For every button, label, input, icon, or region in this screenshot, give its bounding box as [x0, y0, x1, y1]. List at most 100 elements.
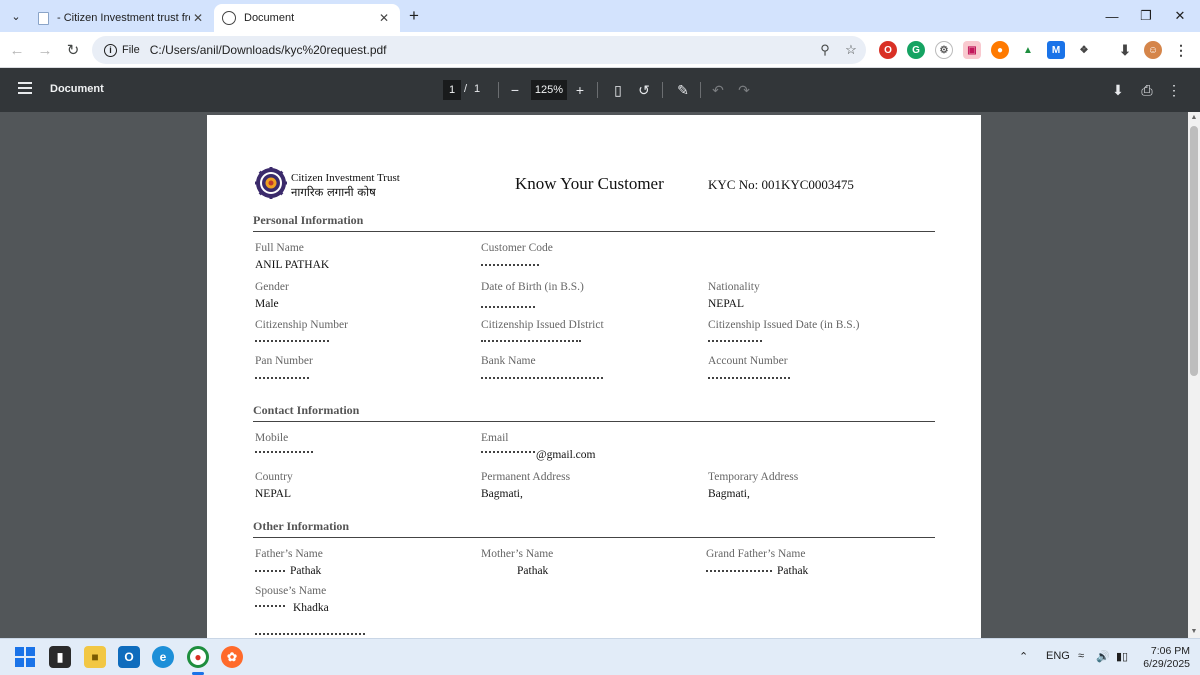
- org-name-english: Citizen Investment Trust: [291, 172, 400, 184]
- grandfather-name-label: Grand Father’s Name: [706, 548, 806, 560]
- fit-page-button[interactable]: ▯: [608, 80, 628, 100]
- scroll-up-icon[interactable]: ▲: [1190, 114, 1198, 122]
- gender-label: Gender: [255, 281, 289, 293]
- terminal-app-icon[interactable]: ▮: [49, 646, 71, 668]
- minimize-icon: —: [1105, 8, 1119, 24]
- back-button[interactable]: ←: [6, 39, 28, 61]
- redacted-bank-name: [481, 377, 603, 382]
- puzzle-extensions-icon[interactable]: ❖: [1075, 41, 1093, 59]
- email-domain-value: @gmail.com: [536, 449, 596, 461]
- arrow-right-icon: →: [37, 41, 53, 59]
- section-divider: [253, 537, 935, 538]
- permanent-address-label: Permanent Address: [481, 471, 571, 483]
- kebab-menu-icon[interactable]: ⋮: [1172, 41, 1190, 59]
- reload-button[interactable]: ↻: [62, 39, 84, 61]
- firefox-icon[interactable]: ✿: [221, 646, 243, 668]
- country-value: NEPAL: [255, 488, 291, 500]
- pdf-viewport[interactable]: Citizen Investment Trust नागरिक लगानी को…: [0, 112, 1188, 638]
- redacted-pan-number: [255, 377, 309, 382]
- mother-name-value: Pathak: [517, 565, 549, 577]
- undo-button[interactable]: ↶: [708, 80, 728, 100]
- temporary-address-label: Temporary Address: [708, 471, 799, 483]
- battery-icon[interactable]: ▮▯: [1116, 650, 1128, 663]
- pdf-page: Citizen Investment Trust नागरिक लगानी को…: [207, 115, 981, 638]
- kyc-number: KYC No: 001KYC0003475: [708, 177, 854, 192]
- system-clock[interactable]: 7:06 PM 6/29/2025: [1140, 645, 1190, 671]
- scroll-thumb[interactable]: [1190, 126, 1198, 376]
- tab-citizen-investment[interactable]: - Citizen Investment trust from ✕: [30, 4, 214, 32]
- new-tab-button[interactable]: +: [404, 6, 424, 26]
- fit-page-icon: ▯: [614, 81, 622, 98]
- pdf-download-button[interactable]: ⬇: [1108, 80, 1128, 100]
- restore-icon: ❐: [1140, 8, 1152, 23]
- divider: [597, 82, 598, 98]
- forward-button[interactable]: →: [34, 39, 56, 61]
- annotate-button[interactable]: ✎: [673, 80, 693, 100]
- zoom-level-input[interactable]: 125%: [531, 80, 567, 100]
- edge-icon[interactable]: e: [152, 646, 174, 668]
- redacted-father-first-name: [255, 570, 285, 575]
- restore-button[interactable]: ❐: [1128, 0, 1164, 32]
- zoom-icon[interactable]: ⚲: [814, 39, 836, 61]
- file-explorer-icon[interactable]: ■: [84, 646, 106, 668]
- page-total: 1: [474, 83, 481, 95]
- reload-icon: ↻: [66, 42, 80, 59]
- print-button[interactable]: ⎙: [1137, 80, 1157, 100]
- close-window-button[interactable]: ✕: [1162, 0, 1198, 32]
- tray-overflow-icon[interactable]: ⌃: [1019, 650, 1028, 663]
- grammarly-extension-icon[interactable]: G: [907, 41, 925, 59]
- temporary-address-value: Bagmati,: [708, 488, 750, 500]
- opera-extension-icon[interactable]: O: [879, 41, 897, 59]
- profile-avatar[interactable]: ☺: [1144, 41, 1162, 59]
- clock-time: 7:06 PM: [1150, 645, 1190, 657]
- scroll-down-icon[interactable]: ▼: [1190, 628, 1198, 636]
- page-number-input[interactable]: 1: [443, 80, 461, 100]
- site-info-chip[interactable]: i File: [98, 39, 146, 61]
- outlook-icon[interactable]: O: [118, 646, 140, 668]
- start-button[interactable]: [14, 646, 36, 668]
- pdf-title: Document: [50, 83, 104, 95]
- rotate-button[interactable]: ↺: [634, 80, 654, 100]
- vertical-scrollbar[interactable]: ▲ ▼: [1188, 112, 1200, 638]
- color-extension-icon[interactable]: ●: [991, 41, 1009, 59]
- close-icon: ✕: [1174, 8, 1186, 23]
- globe-icon: [222, 11, 236, 25]
- download-icon[interactable]: ⬇: [1116, 41, 1134, 59]
- drive-extension-icon[interactable]: ▲: [1019, 41, 1037, 59]
- zoom-out-button[interactable]: −: [505, 80, 525, 100]
- chrome-icon[interactable]: ●: [187, 646, 209, 668]
- zoom-in-button[interactable]: +: [570, 80, 590, 100]
- site-chip-label: File: [122, 44, 140, 56]
- menu-icon[interactable]: [18, 82, 32, 94]
- chevron-down-icon: ⌄: [11, 10, 21, 23]
- tab-document[interactable]: Document ✕: [214, 4, 400, 32]
- bank-name-label: Bank Name: [481, 355, 536, 367]
- address-bar[interactable]: i File C:/Users/anil/Downloads/kyc%20req…: [92, 36, 866, 64]
- url-text[interactable]: C:/Users/anil/Downloads/kyc%20request.pd…: [150, 43, 814, 57]
- pdf-toolbar: Document 1 / 1 − 125% + ▯ ↺ ✎ ↶ ↷ ⬇ ⎙ ⋮: [0, 68, 1200, 112]
- gear-extension-icon[interactable]: ⚙: [935, 41, 953, 59]
- father-name-value: Pathak: [290, 565, 322, 577]
- pdf-more-button[interactable]: ⋮: [1164, 80, 1184, 100]
- grandfather-name-value: Pathak: [777, 565, 809, 577]
- citizenship-number-label: Citizenship Number: [255, 319, 348, 331]
- wifi-icon[interactable]: ≈: [1078, 650, 1084, 662]
- redacted-citizenship-number: [255, 340, 329, 345]
- windows-taskbar: ▮ ■ O e ● ✿ ⌃ ENG ≈ 🔊 ▮▯ 7:06 PM 6/29/20…: [0, 638, 1200, 675]
- section-heading-contact: Contact Information: [253, 403, 360, 417]
- redo-button[interactable]: ↷: [734, 80, 754, 100]
- minimize-button[interactable]: —: [1094, 0, 1130, 32]
- image-extension-icon[interactable]: ▣: [963, 41, 981, 59]
- close-icon[interactable]: ✕: [190, 10, 206, 26]
- spouse-name-value: Khadka: [293, 602, 329, 614]
- bookmark-star-icon[interactable]: ☆: [840, 39, 862, 61]
- redacted-citizenship-date: [708, 340, 762, 345]
- volume-icon[interactable]: 🔊: [1096, 650, 1110, 663]
- nationality-value: NEPAL: [708, 298, 744, 310]
- redacted-grandfather-first-name: [706, 570, 772, 575]
- close-icon[interactable]: ✕: [376, 10, 392, 26]
- mail-extension-icon[interactable]: M: [1047, 41, 1065, 59]
- org-name-nepali: नागरिक लगानी कोष: [291, 185, 376, 199]
- tab-search-button[interactable]: ⌄: [6, 6, 26, 26]
- language-indicator[interactable]: ENG: [1046, 650, 1070, 662]
